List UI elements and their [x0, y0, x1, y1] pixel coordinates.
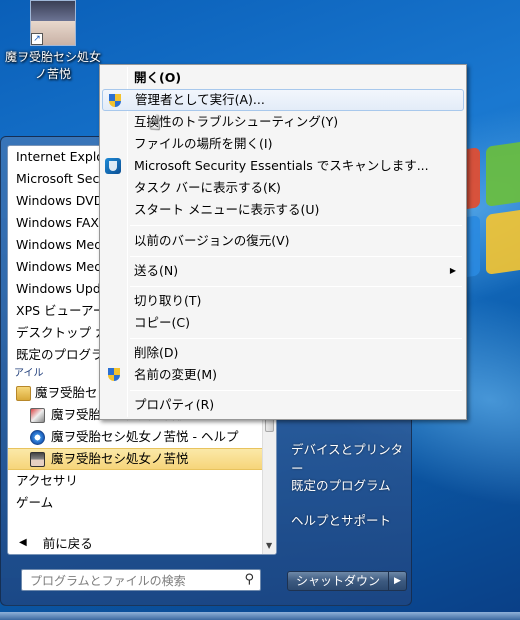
accessories-folder[interactable]: アクセサリ	[8, 470, 276, 492]
menu-separator	[130, 390, 462, 391]
menu-item-open-location[interactable]: ファイルの場所を開く(I)	[102, 133, 464, 155]
desktop-shortcut-icon[interactable]: ↗ 魔ヲ受胎セシ処女 ノ苦悦	[0, 0, 106, 83]
menu-separator	[130, 256, 462, 257]
back-arrow-icon: ◀	[19, 536, 27, 548]
internet-explorer-icon	[30, 429, 45, 445]
default-programs-link[interactable]: 既定のプログラム	[291, 475, 391, 494]
menu-item-mse-scan[interactable]: Microsoft Security Essentials でスキャンします..…	[102, 155, 464, 177]
menu-item-copy[interactable]: コピー(C)	[102, 312, 464, 334]
desktop-icon-label: 魔ヲ受胎セシ処女 ノ苦悦	[0, 49, 106, 83]
search-placeholder: プログラムとファイルの検索	[30, 573, 186, 588]
shutdown-control: シャットダウン ▶	[287, 571, 408, 591]
uac-shield-icon	[106, 367, 122, 383]
menu-separator	[130, 286, 462, 287]
taskbar	[0, 612, 520, 620]
game-launch-label: 魔ヲ受胎セシ処女ノ苦悦	[51, 451, 189, 466]
menu-item-cut[interactable]: 切り取り(T)	[102, 290, 464, 312]
menu-item-pin-start[interactable]: スタート メニューに表示する(U)	[102, 199, 464, 221]
game-shortcut-icon: ↗	[30, 0, 76, 46]
mse-scan-label: Microsoft Security Essentials でスキャンします..…	[134, 158, 429, 173]
security-essentials-icon	[105, 158, 121, 174]
devices-printers-link[interactable]: デバイスとプリンター	[291, 439, 411, 477]
help-label: 魔ヲ受胎セシ処女ノ苦悦 - ヘルプ	[51, 429, 239, 444]
menu-item-run-as-admin[interactable]: 管理者として実行(A)...	[102, 89, 464, 111]
help-support-link[interactable]: ヘルプとサポート	[291, 510, 391, 529]
menu-separator	[130, 338, 462, 339]
shortcut-arrow-icon: ↗	[31, 33, 43, 45]
back-label: 前に戻る	[42, 535, 93, 551]
desktop-icon-label-line2: ノ苦悦	[34, 67, 71, 81]
menu-item-send-to[interactable]: 送る(N) ▶	[102, 260, 464, 282]
rename-label: 名前の変更(M)	[134, 367, 218, 382]
send-to-label: 送る(N)	[134, 263, 179, 278]
hand-cursor-icon: ☝	[148, 110, 161, 134]
game-icon	[30, 451, 45, 467]
shutdown-options-arrow-icon[interactable]: ▶	[389, 571, 408, 591]
folder-icon	[16, 385, 31, 401]
menu-separator	[130, 225, 462, 226]
menu-item-rename[interactable]: 名前の変更(M)	[102, 364, 464, 386]
menu-item-pin-taskbar[interactable]: タスク バーに表示する(K)	[102, 177, 464, 199]
search-input[interactable]: プログラムとファイルの検索 ⚲	[21, 569, 261, 591]
menu-item-open[interactable]: 開く(O)	[102, 67, 464, 89]
game-launch-item[interactable]: 魔ヲ受胎セシ処女ノ苦悦	[8, 448, 276, 470]
help-item[interactable]: 魔ヲ受胎セシ処女ノ苦悦 - ヘルプ	[8, 426, 276, 448]
menu-item-restore-previous[interactable]: 以前のバージョンの復元(V)	[102, 230, 464, 252]
submenu-arrow-icon: ▶	[449, 266, 456, 275]
menu-item-delete[interactable]: 削除(D)	[102, 342, 464, 364]
back-button[interactable]: ◀ 前に戻る	[7, 529, 277, 555]
menu-item-properties[interactable]: プロパティ(R)	[102, 394, 464, 416]
games-folder[interactable]: ゲーム	[8, 492, 276, 514]
run-as-admin-label: 管理者として実行(A)...	[135, 92, 265, 107]
uac-shield-icon	[107, 93, 123, 109]
shutdown-button[interactable]: シャットダウン	[287, 571, 390, 591]
desktop-icon-label-line1: 魔ヲ受胎セシ処女	[4, 50, 101, 64]
search-icon: ⚲	[244, 572, 254, 587]
setup-icon	[30, 407, 45, 423]
